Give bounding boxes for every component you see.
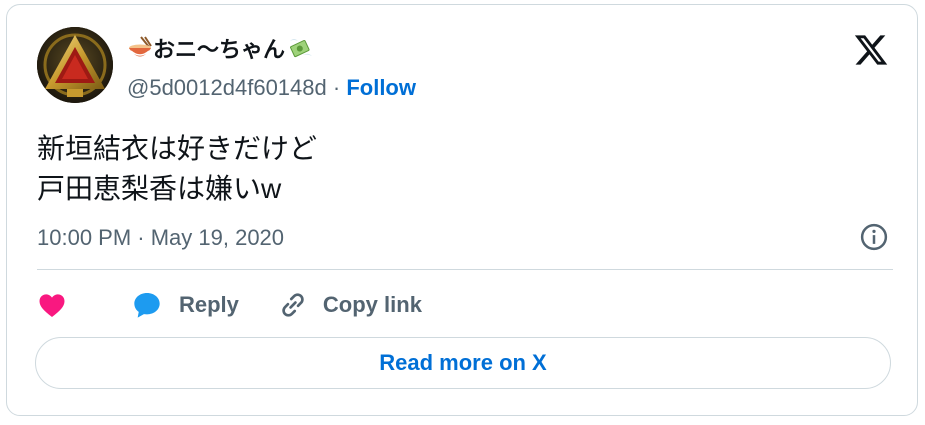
handle-separator: · bbox=[332, 75, 347, 100]
tweet-text-line: 戸田恵梨香は嫌いw bbox=[37, 173, 282, 204]
avatar[interactable] bbox=[37, 27, 113, 103]
money-with-wings-icon bbox=[287, 35, 313, 61]
tweet-text: 新垣結衣は好きだけど 戸田恵梨香は嫌いw bbox=[37, 129, 317, 209]
divider bbox=[37, 269, 893, 270]
copy-link-label: Copy link bbox=[322, 292, 422, 317]
reply-label: Reply bbox=[179, 292, 239, 317]
embedded-tweet-card: おニ〜ちゃん @5d0012d4f60148d · Follow 新垣結衣は好き… bbox=[6, 4, 918, 416]
link-icon bbox=[282, 293, 304, 317]
reply-button[interactable]: Reply bbox=[131, 289, 239, 321]
info-icon[interactable] bbox=[859, 222, 889, 252]
copy-link-button[interactable]: Copy link bbox=[277, 289, 422, 321]
author-handle-row: @5d0012d4f60148d · Follow bbox=[127, 75, 416, 101]
like-button[interactable] bbox=[37, 290, 99, 320]
ramen-bowl-icon bbox=[127, 35, 153, 61]
author-handle[interactable]: @5d0012d4f60148d bbox=[127, 75, 327, 100]
author-display-name[interactable]: おニ〜ちゃん bbox=[127, 33, 313, 63]
author-name-text: おニ〜ちゃん bbox=[153, 37, 286, 62]
read-more-button[interactable]: Read more on X bbox=[35, 337, 891, 389]
tweet-text-line: 新垣結衣は好きだけど bbox=[37, 133, 318, 164]
reply-bubble-icon bbox=[134, 293, 160, 318]
avatar-image bbox=[37, 27, 113, 103]
x-logo-icon[interactable] bbox=[853, 32, 889, 68]
follow-button[interactable]: Follow bbox=[346, 75, 416, 100]
tweet-timestamp[interactable]: 10:00 PM · May 19, 2020 bbox=[37, 225, 284, 251]
heart-icon bbox=[39, 294, 65, 317]
tweet-actions: Reply Copy link bbox=[37, 285, 422, 325]
